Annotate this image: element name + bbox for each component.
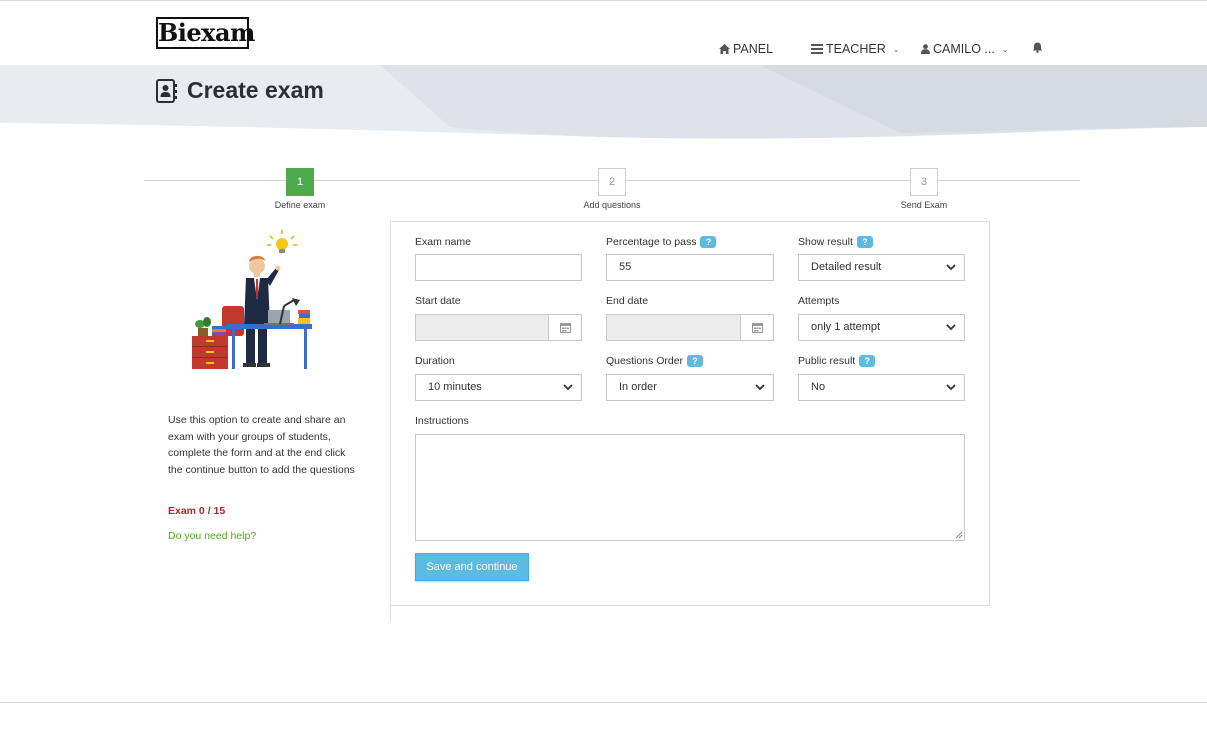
exam-count: Exam 0 / 15: [168, 505, 226, 517]
questions-order-label-text: Questions Order: [606, 355, 684, 367]
contact-book-icon: [156, 78, 177, 103]
start-date-input[interactable]: [415, 314, 549, 341]
help-link[interactable]: Do you need help?: [168, 530, 256, 542]
attempts-select[interactable]: only 1 attempt: [798, 314, 965, 341]
end-date-label-text: End date: [606, 295, 649, 307]
nav-teacher-label: TEACHER: [826, 42, 886, 56]
chevron-down-icon: [755, 384, 765, 391]
exam-name-label: Exam name: [415, 236, 471, 248]
brand-logo[interactable]: Biexam: [156, 17, 255, 49]
help-icon[interactable]: ?: [687, 355, 704, 367]
start-date-label: Start date: [415, 295, 461, 307]
save-and-continue-button[interactable]: Save and continue: [415, 553, 529, 581]
chevron-down-icon: [946, 264, 956, 271]
show-result-select[interactable]: Detailed result: [798, 254, 965, 281]
show-result-value: Detailed result: [811, 261, 882, 273]
home-icon: [719, 44, 730, 54]
nav-user[interactable]: CAMILO ... ⌄: [921, 42, 1009, 56]
percentage-label-text: Percentage to pass: [606, 236, 697, 248]
public-result-value: No: [811, 381, 826, 393]
step-1-label: Define exam: [274, 200, 326, 210]
end-date-label: End date: [606, 295, 648, 307]
nav-teacher[interactable]: TEACHER ⌄: [811, 42, 899, 56]
chevron-down-icon: [563, 384, 573, 391]
public-result-label-text: Public result: [798, 355, 856, 367]
lightbulb-icon: [267, 230, 297, 253]
nav-panel-label: PANEL: [733, 42, 774, 56]
instructions-label-text: Instructions: [415, 415, 469, 427]
exam-name-label-text: Exam name: [415, 236, 472, 248]
start-date-label-text: Start date: [415, 295, 461, 307]
nav-user-label: CAMILO ...: [933, 42, 995, 56]
attempts-label: Attempts: [798, 295, 839, 307]
exam-name-input[interactable]: [415, 254, 582, 281]
public-result-select[interactable]: No: [798, 374, 965, 401]
duration-label: Duration: [415, 355, 455, 367]
calendar-icon: [751, 323, 763, 333]
step-1[interactable]: 1: [286, 168, 314, 196]
panel-divider: [390, 606, 391, 622]
step-3[interactable]: 3: [910, 168, 938, 196]
step-2-label: Add questions: [583, 200, 641, 210]
nav-panel[interactable]: PANEL: [719, 42, 773, 56]
end-date-input[interactable]: [606, 314, 741, 341]
help-icon[interactable]: ?: [859, 355, 876, 367]
questions-order-value: In order: [619, 381, 657, 393]
chevron-down-icon: ⌄: [1001, 44, 1009, 54]
duration-select[interactable]: 10 minutes: [415, 374, 582, 401]
show-result-label: Show result ?: [798, 236, 873, 248]
calendar-icon: [559, 323, 571, 333]
public-result-label: Public result ?: [798, 355, 876, 367]
chevron-down-icon: [946, 324, 956, 331]
questions-order-select[interactable]: In order: [606, 374, 774, 401]
footer-divider: [0, 702, 1207, 703]
start-date-calendar-button[interactable]: [548, 314, 582, 341]
questions-order-label: Questions Order ?: [606, 355, 704, 367]
percentage-input[interactable]: 55: [606, 254, 774, 281]
page-title: Create exam: [156, 77, 324, 104]
attempts-label-text: Attempts: [798, 295, 840, 307]
bell-icon: [1032, 42, 1043, 53]
help-icon[interactable]: ?: [856, 236, 873, 248]
show-result-label-text: Show result: [798, 236, 853, 248]
instructions-label: Instructions: [415, 415, 469, 427]
sidebar-description: Use this option to create and share an e…: [168, 414, 355, 477]
teacher-illustration: [188, 228, 318, 378]
resize-handle-icon[interactable]: [954, 530, 963, 539]
instructions-textarea[interactable]: [415, 434, 965, 541]
duration-label-text: Duration: [415, 355, 455, 367]
step-3-label: Send Exam: [900, 200, 948, 210]
end-date-calendar-button[interactable]: [740, 314, 774, 341]
help-icon[interactable]: ?: [700, 236, 717, 248]
chevron-down-icon: ⌄: [892, 44, 900, 54]
notifications-button[interactable]: [1032, 42, 1043, 53]
chevron-down-icon: [946, 384, 956, 391]
user-icon: [921, 44, 930, 54]
step-2[interactable]: 2: [598, 168, 626, 196]
percentage-label: Percentage to pass ?: [606, 236, 717, 248]
page-title-text: Create exam: [187, 77, 324, 103]
navbar: Biexam: [0, 1, 1207, 65]
duration-value: 10 minutes: [428, 381, 482, 393]
list-icon: [811, 44, 823, 54]
attempts-value: only 1 attempt: [811, 321, 881, 333]
